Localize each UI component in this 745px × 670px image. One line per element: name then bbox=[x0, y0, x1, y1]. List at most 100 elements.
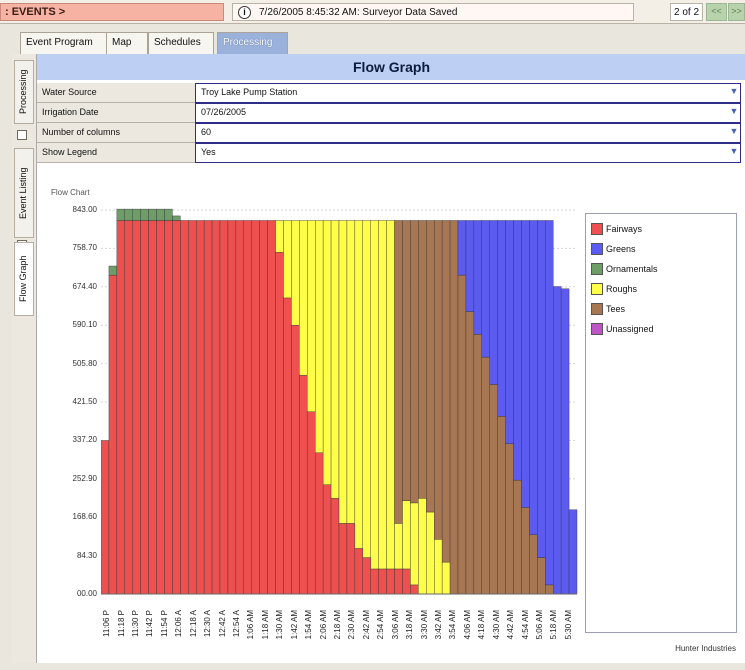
bar-segment-tees bbox=[521, 507, 530, 595]
x-tick-label: 12:06 A bbox=[174, 610, 184, 638]
bar-segment-tees bbox=[441, 220, 451, 563]
side-tab-event-listing[interactable]: Event Listing bbox=[14, 148, 34, 238]
status-bar: i 7/26/2005 8:45:32 AM: Surveyor Data Sa… bbox=[232, 3, 634, 21]
nav-next-button[interactable]: >> bbox=[728, 3, 745, 21]
nav-first-button[interactable]: << bbox=[706, 3, 727, 21]
chart-title: Flow Chart bbox=[51, 188, 90, 197]
side-tab-label: Processing bbox=[18, 69, 28, 115]
tab-processing[interactable]: Processing bbox=[217, 32, 288, 54]
legend-swatch bbox=[591, 303, 603, 315]
x-tick-label: 1:30 AM bbox=[275, 610, 285, 640]
bar-segment-fairways bbox=[402, 568, 411, 595]
bar-segment-tees bbox=[505, 443, 514, 595]
bar-segment-roughs bbox=[441, 561, 451, 595]
bar-segment-roughs bbox=[330, 220, 340, 499]
bar-segment-fairways bbox=[172, 220, 181, 595]
bar-segment-fairways bbox=[195, 220, 205, 595]
bar-segment-greens bbox=[529, 220, 538, 535]
side-tab-flow-graph[interactable]: Flow Graph bbox=[14, 242, 34, 316]
field-water-source: Water Source Troy Lake Pump Station ▼ bbox=[37, 83, 745, 103]
bar-segment-roughs bbox=[362, 220, 371, 558]
legend-label: Ornamentals bbox=[606, 264, 658, 274]
chevron-down-icon[interactable]: ▼ bbox=[727, 104, 741, 122]
chevron-down-icon[interactable]: ▼ bbox=[727, 84, 741, 102]
chart-plot bbox=[101, 208, 578, 595]
bar-segment-fairways bbox=[156, 220, 165, 595]
legend-swatch bbox=[591, 323, 603, 335]
company-label: Hunter Industries bbox=[675, 644, 736, 653]
bar-segment-fairways bbox=[346, 523, 356, 595]
bar-segment-greens bbox=[481, 220, 490, 358]
bar-segment-ornamentals bbox=[124, 208, 133, 221]
y-tick-label: 505.80 bbox=[72, 358, 97, 368]
chevron-down-icon[interactable]: ▼ bbox=[727, 144, 741, 162]
x-tick-label: 1:06 AM bbox=[246, 610, 256, 640]
bar-segment-fairways bbox=[283, 297, 292, 595]
bar-segment-fairways bbox=[235, 220, 245, 595]
field-show-legend: Show Legend Yes ▼ bbox=[37, 143, 745, 163]
chevron-down-icon[interactable]: ▼ bbox=[727, 124, 741, 142]
bar-segment-fairways bbox=[322, 484, 332, 595]
bar-segment-fairways bbox=[164, 220, 173, 595]
bar-segment-roughs bbox=[299, 220, 308, 376]
bar-segment-roughs bbox=[394, 523, 403, 570]
bar-segment-ornamentals bbox=[172, 215, 181, 221]
bar-segment-fairways bbox=[370, 568, 379, 595]
side-tab-processing[interactable]: Processing bbox=[14, 60, 34, 124]
tab-event-program[interactable]: Event Program bbox=[20, 32, 107, 54]
legend-item: Fairways bbox=[591, 222, 731, 236]
bar-segment-ornamentals bbox=[148, 208, 157, 221]
irrigation-date-select[interactable]: 07/26/2005 ▼ bbox=[195, 103, 741, 123]
field-label: Show Legend bbox=[37, 143, 195, 163]
x-tick-label: 2:54 AM bbox=[376, 610, 386, 640]
water-source-select[interactable]: Troy Lake Pump Station ▼ bbox=[195, 83, 741, 103]
bar-segment-tees bbox=[402, 220, 411, 501]
bar-segment-roughs bbox=[410, 502, 419, 586]
tab-schedules[interactable]: Schedules bbox=[148, 32, 214, 54]
section-title: : EVENTS > bbox=[0, 3, 224, 21]
y-tick-label: 168.60 bbox=[72, 512, 97, 522]
x-tick-label: 12:18 A bbox=[188, 610, 198, 638]
y-tick-label: 758.70 bbox=[72, 243, 97, 253]
x-tick-label: 5:06 AM bbox=[534, 610, 544, 640]
legend-swatch bbox=[591, 243, 603, 255]
number-of-columns-select[interactable]: 60 ▼ bbox=[195, 123, 741, 143]
field-label: Water Source bbox=[37, 83, 195, 103]
x-tick-label: 3:18 AM bbox=[405, 610, 415, 640]
bar-segment-tees bbox=[529, 534, 538, 595]
bar-segment-fairways bbox=[211, 220, 221, 595]
bar-segment-greens bbox=[513, 220, 522, 481]
bar-segment-ornamentals bbox=[156, 208, 165, 221]
bar-segment-fairways bbox=[394, 568, 403, 595]
field-number-of-columns: Number of columns 60 ▼ bbox=[37, 123, 745, 143]
bar-segment-roughs bbox=[370, 220, 379, 570]
bar-segment-fairways bbox=[132, 220, 141, 595]
legend-label: Fairways bbox=[606, 224, 643, 234]
y-tick-label: 843.00 bbox=[72, 205, 97, 214]
bar-segment-greens bbox=[521, 220, 530, 508]
bar-segment-tees bbox=[513, 479, 522, 595]
bar-segment-greens bbox=[537, 220, 546, 558]
legend-swatch bbox=[591, 263, 603, 275]
bar-segment-tees bbox=[545, 584, 554, 595]
legend-swatch bbox=[591, 283, 603, 295]
bar-segment-roughs bbox=[314, 220, 324, 453]
tab-map[interactable]: Map bbox=[106, 32, 148, 54]
legend-swatch bbox=[591, 223, 603, 235]
bar-segment-fairways bbox=[219, 220, 229, 595]
legend-item: Greens bbox=[591, 242, 731, 256]
x-tick-label: 2:18 AM bbox=[333, 610, 342, 640]
bar-segment-fairways bbox=[124, 220, 133, 595]
bar-segment-greens bbox=[473, 220, 483, 335]
y-tick-label: 00.00 bbox=[76, 589, 97, 598]
bar-segment-tees bbox=[465, 311, 475, 595]
show-legend-select[interactable]: Yes ▼ bbox=[195, 143, 741, 163]
bar-segment-greens bbox=[545, 220, 554, 586]
bar-segment-tees bbox=[489, 384, 498, 595]
legend-label: Tees bbox=[606, 304, 626, 314]
side-tab-label: Flow Graph bbox=[18, 255, 28, 303]
bar-segment-tees bbox=[497, 416, 506, 595]
bar-segment-fairways bbox=[251, 220, 260, 595]
main-panel: Flow Graph Water Source Troy Lake Pump S… bbox=[36, 54, 745, 663]
x-tick-label: 1:54 AM bbox=[304, 610, 314, 640]
